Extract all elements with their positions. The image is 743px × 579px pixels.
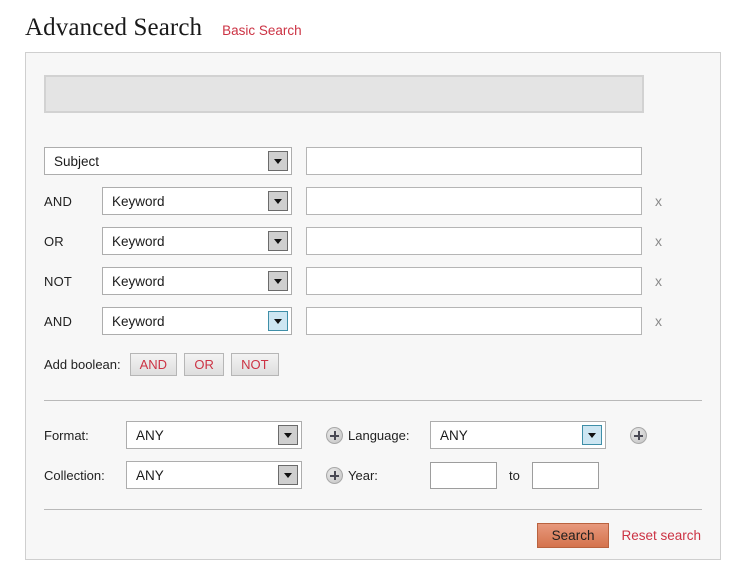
chevron-down-icon[interactable] [268, 191, 288, 211]
notice-bar [44, 75, 644, 113]
field-select-value: Keyword [112, 273, 165, 289]
divider-top [44, 400, 702, 401]
search-row: NOT Keyword x [44, 261, 704, 301]
page-header: Advanced Search Basic Search [0, 0, 743, 46]
search-row: AND Keyword x [44, 301, 704, 341]
page-title: Advanced Search [25, 14, 203, 41]
language-select-value: ANY [440, 427, 468, 443]
remove-row-button-2[interactable]: x [655, 234, 662, 248]
search-term-input-3[interactable] [306, 267, 642, 295]
search-button[interactable]: Search [536, 523, 610, 548]
collection-label: Collection: [44, 467, 105, 483]
chevron-down-icon[interactable] [268, 151, 288, 171]
collection-select[interactable]: ANY [126, 461, 302, 489]
boolean-operator-label: OR [44, 233, 64, 249]
format-select[interactable]: ANY [126, 421, 302, 449]
language-label: Language: [348, 427, 410, 443]
search-term-input-0[interactable] [306, 147, 642, 175]
format-label: Format: [44, 427, 89, 443]
chevron-down-icon[interactable] [278, 465, 298, 485]
divider-bottom [44, 509, 702, 510]
field-select-value: Keyword [112, 233, 165, 249]
add-language-icon[interactable] [630, 426, 647, 444]
search-rows-area: Subject AND Keyword x OR Keyword x NOT K… [44, 141, 704, 381]
add-boolean-or-button[interactable]: OR [184, 352, 225, 376]
chevron-down-icon[interactable] [268, 231, 288, 251]
remove-row-button-3[interactable]: x [655, 274, 662, 288]
chevron-down-icon[interactable] [268, 271, 288, 291]
field-select-2[interactable]: Keyword [102, 227, 292, 255]
facets-area: Format: ANY Language: ANY Collection: AN… [44, 421, 704, 501]
chevron-down-icon[interactable] [278, 425, 298, 445]
add-collection-icon[interactable] [326, 466, 343, 484]
add-boolean-and-button[interactable]: AND [129, 352, 178, 376]
search-row: OR Keyword x [44, 221, 704, 261]
year-range: to [430, 461, 652, 489]
year-to-input[interactable] [531, 461, 599, 489]
language-select[interactable]: ANY [430, 421, 606, 449]
year-label: Year: [348, 467, 378, 483]
add-format-icon[interactable] [326, 426, 343, 444]
basic-search-link[interactable]: Basic Search [222, 23, 302, 38]
boolean-operator-label: NOT [44, 273, 73, 289]
format-select-value: ANY [136, 427, 164, 443]
field-select-3[interactable]: Keyword [102, 267, 292, 295]
search-term-input-1[interactable] [306, 187, 642, 215]
add-boolean-label: Add boolean: [44, 356, 121, 372]
search-row: AND Keyword x [44, 181, 704, 221]
add-boolean-not-button[interactable]: NOT [231, 352, 279, 376]
search-term-input-4[interactable] [306, 307, 642, 335]
field-select-value: Subject [54, 153, 100, 169]
boolean-operator-label: AND [44, 313, 73, 329]
remove-row-button-1[interactable]: x [655, 194, 662, 208]
advanced-search-panel: Subject AND Keyword x OR Keyword x NOT K… [25, 52, 721, 560]
footer-actions: Search Reset search [536, 523, 701, 548]
add-boolean-row: Add boolean: AND OR NOT [44, 347, 704, 381]
chevron-down-icon[interactable] [268, 311, 288, 331]
boolean-operator-label: AND [44, 193, 73, 209]
search-term-input-2[interactable] [306, 227, 642, 255]
year-to-label: to [509, 467, 520, 483]
field-select-value: Keyword [112, 313, 165, 329]
field-select-0[interactable]: Subject [44, 147, 292, 175]
year-from-input[interactable] [430, 461, 497, 489]
field-select-4[interactable]: Keyword [102, 307, 292, 335]
remove-row-button-4[interactable]: x [655, 314, 662, 328]
field-select-value: Keyword [112, 193, 165, 209]
field-select-1[interactable]: Keyword [102, 187, 292, 215]
reset-search-link[interactable]: Reset search [621, 528, 701, 543]
collection-select-value: ANY [136, 467, 164, 483]
chevron-down-icon[interactable] [582, 425, 602, 445]
search-row: Subject [44, 141, 704, 181]
